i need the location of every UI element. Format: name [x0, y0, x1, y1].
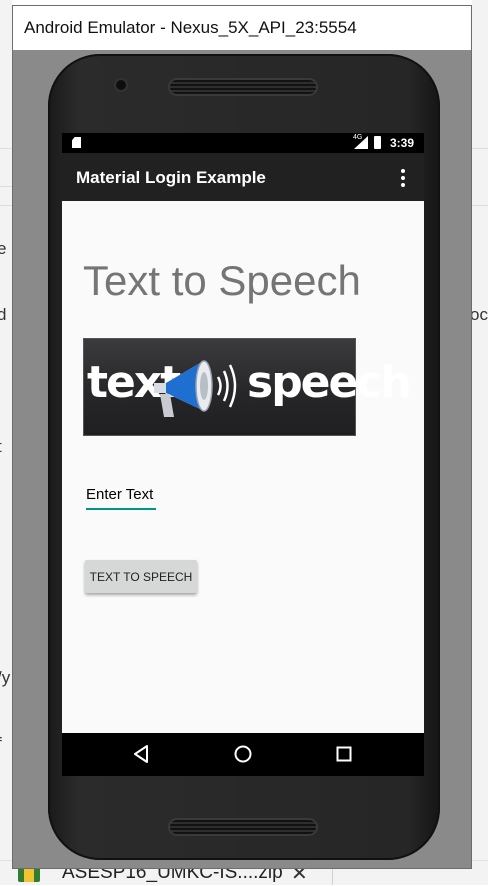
- enter-text-field[interactable]: Enter Text: [86, 486, 156, 510]
- host-text-fragment: oc: [470, 305, 488, 324]
- toolbar-title: Material Login Example: [76, 168, 266, 187]
- sd-card-icon: [72, 137, 81, 148]
- recents-square-icon[interactable]: [335, 744, 353, 764]
- host-divider: [472, 205, 488, 206]
- host-text-fragment: t: [0, 437, 2, 457]
- phone-screen: 4G 3:39 Material Login Example Text to S…: [62, 133, 424, 776]
- status-bar: 4G 3:39: [62, 133, 424, 153]
- text-to-speech-button-label: TEXT TO SPEECH: [89, 570, 193, 584]
- bottom-speaker: [170, 820, 316, 834]
- host-text-fragment: e: [0, 239, 7, 258]
- enter-text-hint: Enter Text: [86, 486, 154, 503]
- battery-icon: [374, 136, 381, 149]
- emulator-window: Android Emulator - Nexus_5X_API_23:5554 …: [12, 5, 472, 869]
- emulator-titlebar[interactable]: Android Emulator - Nexus_5X_API_23:5554: [13, 6, 471, 50]
- status-clock: 3:39: [390, 136, 415, 150]
- host-text-fragment: /y: [0, 668, 11, 687]
- front-camera: [116, 80, 126, 90]
- home-circle-icon[interactable]: [233, 744, 253, 764]
- banner-text-right: speech: [247, 357, 412, 408]
- host-divider: [0, 205, 12, 206]
- host-divider: [0, 186, 12, 187]
- host-text-fragment: f: [0, 734, 2, 754]
- text-speech-banner: text speech: [83, 338, 412, 436]
- host-left-panel: e d t /y f: [0, 0, 12, 884]
- text-to-speech-button[interactable]: TEXT TO SPEECH: [85, 560, 197, 593]
- app-toolbar: Material Login Example: [62, 153, 424, 201]
- more-vert-icon[interactable]: [395, 169, 411, 187]
- host-divider: [472, 148, 488, 149]
- phone-body: 4G 3:39 Material Login Example Text to S…: [48, 54, 440, 860]
- page-heading: Text to Speech: [83, 257, 361, 304]
- host-text-fragment: d: [0, 305, 7, 324]
- window-title: Android Emulator - Nexus_5X_API_23:5554: [24, 18, 357, 37]
- network-type: 4G: [353, 134, 363, 141]
- back-triangle-icon[interactable]: [132, 744, 150, 764]
- nav-bar: [62, 733, 424, 776]
- host-right-panel: oc: [470, 0, 488, 884]
- host-divider: [0, 148, 12, 149]
- megaphone-icon: [154, 360, 237, 417]
- top-speaker: [170, 80, 316, 94]
